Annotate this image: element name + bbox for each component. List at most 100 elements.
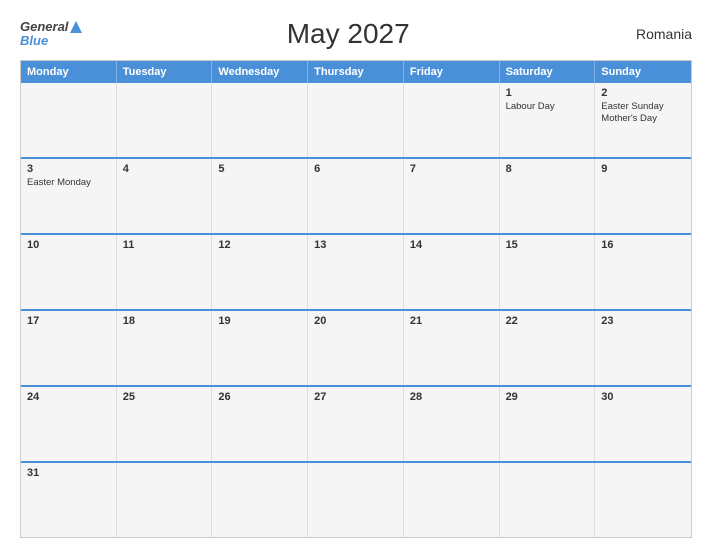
calendar-cell (404, 463, 500, 537)
calendar-cell: 8 (500, 159, 596, 233)
event-label: Labour Day (506, 101, 589, 113)
event-label: Easter Monday (27, 177, 110, 189)
calendar-cell: 2 Easter SundayMother's Day (595, 83, 691, 157)
day-number: 1 (506, 87, 589, 99)
day-number: 30 (601, 391, 685, 403)
calendar-cell: 19 (212, 311, 308, 385)
calendar-week-4: 17 18 19 20 21 22 23 (21, 309, 691, 385)
day-number: 5 (218, 163, 301, 175)
day-number: 31 (27, 467, 110, 479)
day-number: 9 (601, 163, 685, 175)
calendar-cell: 29 (500, 387, 596, 461)
calendar-cell: 6 (308, 159, 404, 233)
calendar-cell: 26 (212, 387, 308, 461)
country-label: Romania (612, 26, 692, 42)
day-number: 11 (123, 239, 206, 251)
calendar-cell (21, 83, 117, 157)
day-number: 17 (27, 315, 110, 327)
header-wednesday: Wednesday (212, 61, 308, 83)
calendar-cell: 16 (595, 235, 691, 309)
calendar-cell: 12 (212, 235, 308, 309)
calendar-cell: 11 (117, 235, 213, 309)
calendar-cell: 15 (500, 235, 596, 309)
calendar-cell (308, 83, 404, 157)
calendar-cell: 25 (117, 387, 213, 461)
day-number: 16 (601, 239, 685, 251)
day-number: 29 (506, 391, 589, 403)
day-number: 25 (123, 391, 206, 403)
day-number: 28 (410, 391, 493, 403)
calendar-cell: 13 (308, 235, 404, 309)
header-saturday: Saturday (500, 61, 596, 83)
calendar-cell (212, 463, 308, 537)
header: General Blue May 2027 Romania (20, 18, 692, 50)
header-monday: Monday (21, 61, 117, 83)
calendar-week-3: 10 11 12 13 14 15 16 (21, 233, 691, 309)
calendar-cell: 30 (595, 387, 691, 461)
calendar-cell: 9 (595, 159, 691, 233)
header-friday: Friday (404, 61, 500, 83)
calendar-title: May 2027 (84, 18, 612, 50)
header-thursday: Thursday (308, 61, 404, 83)
day-number: 15 (506, 239, 589, 251)
day-number: 12 (218, 239, 301, 251)
calendar-cell: 3 Easter Monday (21, 159, 117, 233)
calendar-cell (308, 463, 404, 537)
logo-triangle-icon (69, 20, 83, 34)
calendar-week-2: 3Easter Monday456789 (21, 157, 691, 233)
calendar-cell: 10 (21, 235, 117, 309)
day-number: 6 (314, 163, 397, 175)
day-number: 2 (601, 87, 685, 99)
day-number: 20 (314, 315, 397, 327)
calendar-cell: 21 (404, 311, 500, 385)
day-number: 8 (506, 163, 589, 175)
calendar-cell: 14 (404, 235, 500, 309)
calendar-cell: 7 (404, 159, 500, 233)
page: General Blue May 2027 Romania Monday Tue… (0, 0, 712, 550)
calendar-week-6: 31 (21, 461, 691, 537)
day-number: 3 (27, 163, 110, 175)
calendar-body: 1 Labour Day 2 Easter SundayMother's Day 3 Ea… (21, 83, 691, 537)
calendar-cell (117, 83, 213, 157)
calendar-cell: 4 (117, 159, 213, 233)
day-number: 26 (218, 391, 301, 403)
calendar-cell (500, 463, 596, 537)
logo-blue-text: Blue (20, 34, 48, 48)
event-label: Mother's Day (601, 113, 685, 125)
calendar-cell: 24 (21, 387, 117, 461)
calendar-cell: 28 (404, 387, 500, 461)
day-number: 22 (506, 315, 589, 327)
calendar-cell: 1 Labour Day (500, 83, 596, 157)
calendar-week-1: 1 Labour Day 2 Easter SundayMother's Day (21, 83, 691, 157)
logo-general-text: General (20, 20, 68, 34)
calendar-cell: 31 (21, 463, 117, 537)
logo: General Blue (20, 20, 84, 49)
calendar-cell: 20 (308, 311, 404, 385)
calendar-cell: 27 (308, 387, 404, 461)
calendar-cell (212, 83, 308, 157)
day-number: 18 (123, 315, 206, 327)
day-number: 10 (27, 239, 110, 251)
calendar-cell: 5 (212, 159, 308, 233)
day-number: 21 (410, 315, 493, 327)
day-number: 13 (314, 239, 397, 251)
calendar-cell: 22 (500, 311, 596, 385)
header-tuesday: Tuesday (117, 61, 213, 83)
calendar-cell (117, 463, 213, 537)
header-sunday: Sunday (595, 61, 691, 83)
calendar-cell: 23 (595, 311, 691, 385)
day-number: 19 (218, 315, 301, 327)
day-number: 23 (601, 315, 685, 327)
calendar: Monday Tuesday Wednesday Thursday Friday… (20, 60, 692, 538)
day-number: 7 (410, 163, 493, 175)
calendar-cell: 17 (21, 311, 117, 385)
calendar-cell (404, 83, 500, 157)
event-label: Easter Sunday (601, 101, 685, 113)
calendar-week-5: 24 25 26 27 28 29 30 (21, 385, 691, 461)
day-number: 4 (123, 163, 206, 175)
calendar-cell: 18 (117, 311, 213, 385)
day-number: 27 (314, 391, 397, 403)
day-number: 14 (410, 239, 493, 251)
calendar-cell (595, 463, 691, 537)
calendar-header: Monday Tuesday Wednesday Thursday Friday… (21, 61, 691, 83)
